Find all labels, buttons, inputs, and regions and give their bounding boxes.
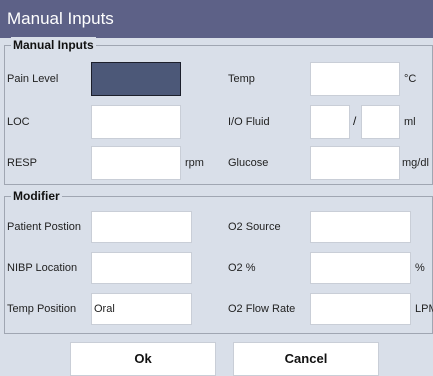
o2-percent-label: O2 % xyxy=(228,262,256,274)
temp-unit: °C xyxy=(404,73,417,85)
nibp-location-field[interactable] xyxy=(91,252,192,284)
window-title: Manual Inputs xyxy=(0,0,433,38)
loc-field[interactable] xyxy=(91,105,181,139)
io-fluid-out-field[interactable] xyxy=(361,105,400,139)
glucose-label: Glucose xyxy=(228,157,269,169)
pain-level-label: Pain Level xyxy=(7,73,59,85)
patient-position-field[interactable] xyxy=(91,211,192,243)
resp-unit: rpm xyxy=(185,157,204,169)
ok-button[interactable]: Ok xyxy=(70,342,216,376)
loc-label: LOC xyxy=(7,116,30,128)
cancel-button[interactable]: Cancel xyxy=(233,342,379,376)
io-fluid-label: I/O Fluid xyxy=(228,116,270,128)
modifier-group-title: Modifier xyxy=(11,188,62,204)
resp-label: RESP xyxy=(7,157,37,169)
o2-percent-field[interactable] xyxy=(310,252,411,284)
patient-position-label: Patient Postion xyxy=(7,221,81,233)
io-fluid-unit: ml xyxy=(404,116,416,128)
temp-position-field[interactable]: Oral xyxy=(91,293,192,325)
io-fluid-separator: / xyxy=(353,114,357,128)
o2-flow-rate-label: O2 Flow Rate xyxy=(228,303,296,315)
io-fluid-in-field[interactable] xyxy=(310,105,350,139)
o2-flow-rate-field[interactable] xyxy=(310,293,411,325)
temp-label: Temp xyxy=(228,73,255,85)
glucose-unit: mg/dl xyxy=(402,157,429,169)
temp-field[interactable] xyxy=(310,62,400,96)
manual-inputs-window: Manual Inputs Manual Inputs Pain Level T… xyxy=(0,0,433,376)
resp-field[interactable] xyxy=(91,146,181,180)
glucose-field[interactable] xyxy=(310,146,400,180)
pain-level-field[interactable] xyxy=(91,62,181,96)
nibp-location-label: NIBP Location xyxy=(7,262,78,274)
o2-source-label: O2 Source xyxy=(228,221,281,233)
o2-source-field[interactable] xyxy=(310,211,411,243)
temp-position-label: Temp Position xyxy=(7,303,77,315)
manual-inputs-group-title: Manual Inputs xyxy=(11,37,96,53)
o2-flow-rate-unit: LPM xyxy=(415,303,433,315)
o2-percent-unit: % xyxy=(415,262,425,274)
